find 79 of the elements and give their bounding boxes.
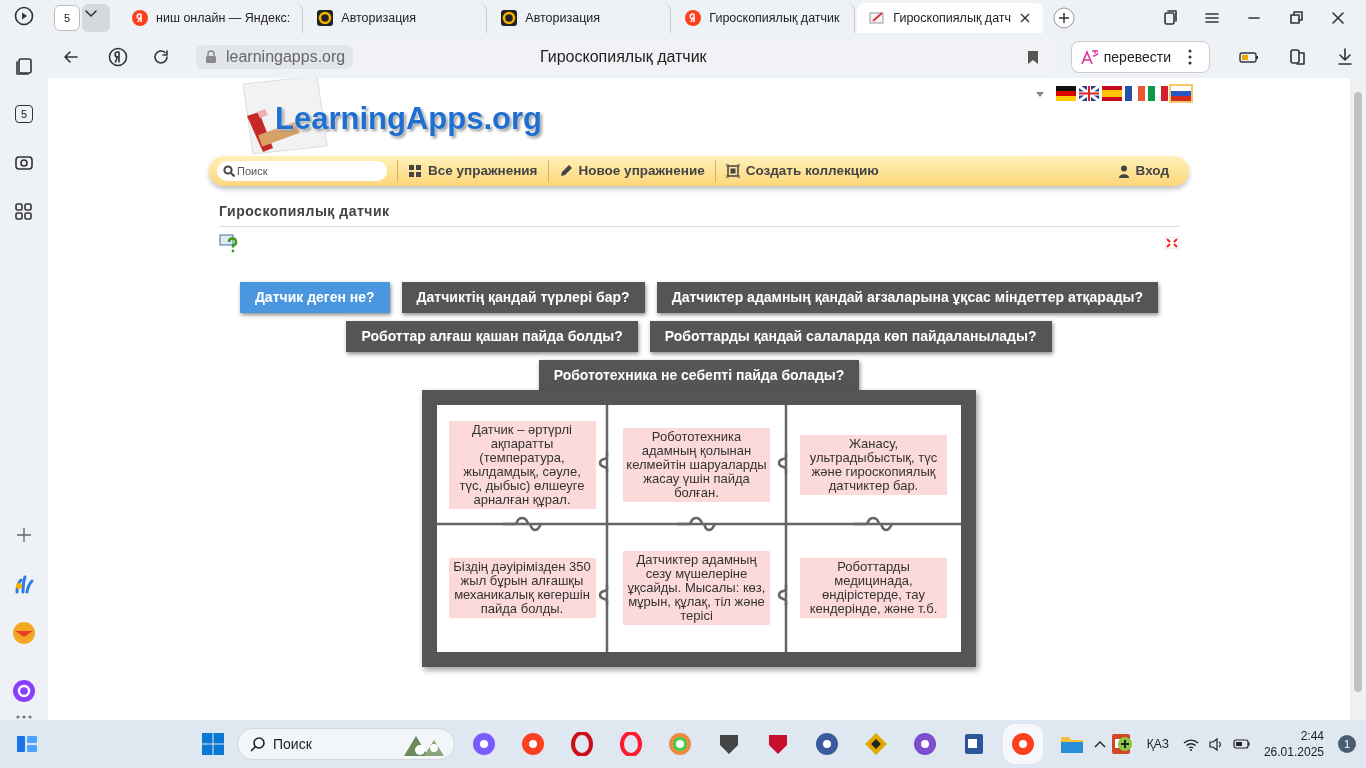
- close-icon[interactable]: [1019, 12, 1032, 24]
- url-text: learningapps.org: [226, 47, 346, 67]
- assistant-icon[interactable]: [12, 678, 36, 703]
- lock-icon: [204, 50, 218, 64]
- mail-icon[interactable]: [12, 621, 36, 646]
- puzzle-card[interactable]: Робототехника адамның қолынан келмейтін шаруаларды жасау үшін пайда болған.: [623, 427, 770, 502]
- app-icon[interactable]: [962, 732, 986, 756]
- puzzle-card[interactable]: Біздің дәуірімізден 350 жыл бұрын алғашқы механикалық көгершін пайда болды.: [448, 558, 596, 618]
- reload-icon[interactable]: [152, 48, 170, 66]
- tab-count-badge[interactable]: 5: [15, 104, 33, 123]
- search-icon: [223, 165, 235, 177]
- flag-icon[interactable]: [1079, 86, 1099, 101]
- browser-tab[interactable]: Авторизация: [489, 3, 672, 33]
- browser-tab[interactable]: Авторизация: [305, 3, 488, 33]
- battery-icon[interactable]: [1232, 738, 1250, 750]
- tab-favicon-icon: [132, 10, 148, 26]
- puzzle-card[interactable]: Жанасу, ультрадыбыстық, түс және гироскопиялық датчиктер бар.: [800, 434, 947, 495]
- browser-tab[interactable]: Гироскопиялық датчик: [673, 3, 856, 33]
- question-button[interactable]: Датчиктің қандай түрлері бар?: [401, 282, 645, 313]
- more-icon[interactable]: [1187, 48, 1193, 66]
- question-button[interactable]: Датчиктер адамның қандай ағзаларына ұқсас міндеттер атқарады?: [656, 282, 1159, 313]
- yandex-icon[interactable]: [108, 47, 128, 67]
- puzzle-card[interactable]: Датчик – әртүрлі ақпаратты (температура, жылдамдық, сәуле, түс, дыбыс) өлшеуге арналған құрал.: [448, 420, 596, 509]
- pencil-icon: [558, 164, 573, 178]
- tab-favicon-icon: [685, 10, 702, 26]
- browser-tab[interactable]: ниш онлайн — Яндекс:: [120, 3, 304, 33]
- nav-link[interactable]: Новое упражнение: [558, 160, 705, 182]
- app-icon[interactable]: [717, 732, 741, 756]
- download-icon[interactable]: [1336, 47, 1354, 67]
- puzzle-card[interactable]: Роботтарды медицинада, өндірістерде, тау кендерінде, және т.б.: [800, 558, 947, 618]
- login-link[interactable]: Вход: [1117, 160, 1169, 182]
- grid-icon: [408, 164, 422, 178]
- app-icon[interactable]: [815, 732, 839, 756]
- site-logo[interactable]: LearningApps.org: [275, 96, 542, 143]
- flag-icon[interactable]: [1171, 86, 1191, 101]
- add-icon[interactable]: [15, 525, 33, 544]
- volume-icon[interactable]: [1208, 736, 1223, 752]
- back-icon[interactable]: [62, 48, 80, 66]
- play-icon[interactable]: [14, 6, 34, 26]
- sidebar-panel-icon[interactable]: [1288, 47, 1308, 67]
- collections-icon[interactable]: [1161, 9, 1179, 27]
- help-icon[interactable]: [219, 233, 239, 253]
- tab-favicon-icon: [501, 10, 518, 26]
- nav-link[interactable]: Создать коллекцию: [725, 160, 879, 182]
- search-field[interactable]: Поиск: [217, 161, 387, 181]
- page-title: Гироскопиялық датчик: [540, 47, 707, 67]
- start-icon[interactable]: [202, 733, 224, 755]
- question-button[interactable]: Робототехника не себепті пайда болады?: [538, 360, 860, 391]
- apps-icon[interactable]: [14, 201, 34, 222]
- fullscreen-icon[interactable]: [1165, 237, 1179, 249]
- question-button[interactable]: Роботтар алғаш қашан пайда болды?: [346, 321, 638, 352]
- restore-icon[interactable]: [1287, 9, 1305, 27]
- notification-badge[interactable]: 1: [1338, 735, 1356, 753]
- dropdown-icon[interactable]: [82, 4, 110, 32]
- taskbar-search[interactable]: Поиск: [237, 728, 455, 760]
- exercise-title: Гироскопиялық датчик: [219, 201, 1179, 227]
- flag-icon[interactable]: [1125, 86, 1145, 101]
- tab-favicon-icon: [869, 10, 886, 26]
- tab-favicon-icon: [317, 10, 334, 26]
- search-icon: [250, 736, 265, 752]
- widgets-icon[interactable]: [16, 733, 38, 755]
- puzzle-card[interactable]: Датчиктер адамның сезу мүшелеріне ұқсайды. Мысалы: көз, мұрын, құлақ, тіл және терісі: [623, 551, 770, 625]
- input-language[interactable]: ҚАЗ: [1146, 735, 1169, 753]
- nav-link[interactable]: Все упражнения: [408, 160, 538, 182]
- question-button[interactable]: Роботтарды қандай салаларда көп пайдаланылады?: [649, 321, 1052, 352]
- scrollbar[interactable]: [1350, 78, 1366, 720]
- user-icon: [1117, 164, 1130, 178]
- app-icon[interactable]: [864, 732, 888, 756]
- new-tab-icon[interactable]: [1053, 7, 1076, 29]
- tabs-icon[interactable]: [14, 56, 34, 77]
- tray-app-icon[interactable]: [1116, 736, 1133, 752]
- translate-icon: [1079, 48, 1100, 66]
- language-dropdown-icon[interactable]: [1035, 89, 1045, 98]
- close-icon[interactable]: [1329, 9, 1347, 27]
- tab-count-button[interactable]: 5: [54, 5, 80, 31]
- frame-icon: [725, 164, 740, 178]
- clock[interactable]: 2:44 26.01.2025: [1263, 728, 1324, 760]
- browser-tab[interactable]: Гироскопиялық датч: [857, 3, 1044, 33]
- flag-icon[interactable]: [1056, 86, 1076, 101]
